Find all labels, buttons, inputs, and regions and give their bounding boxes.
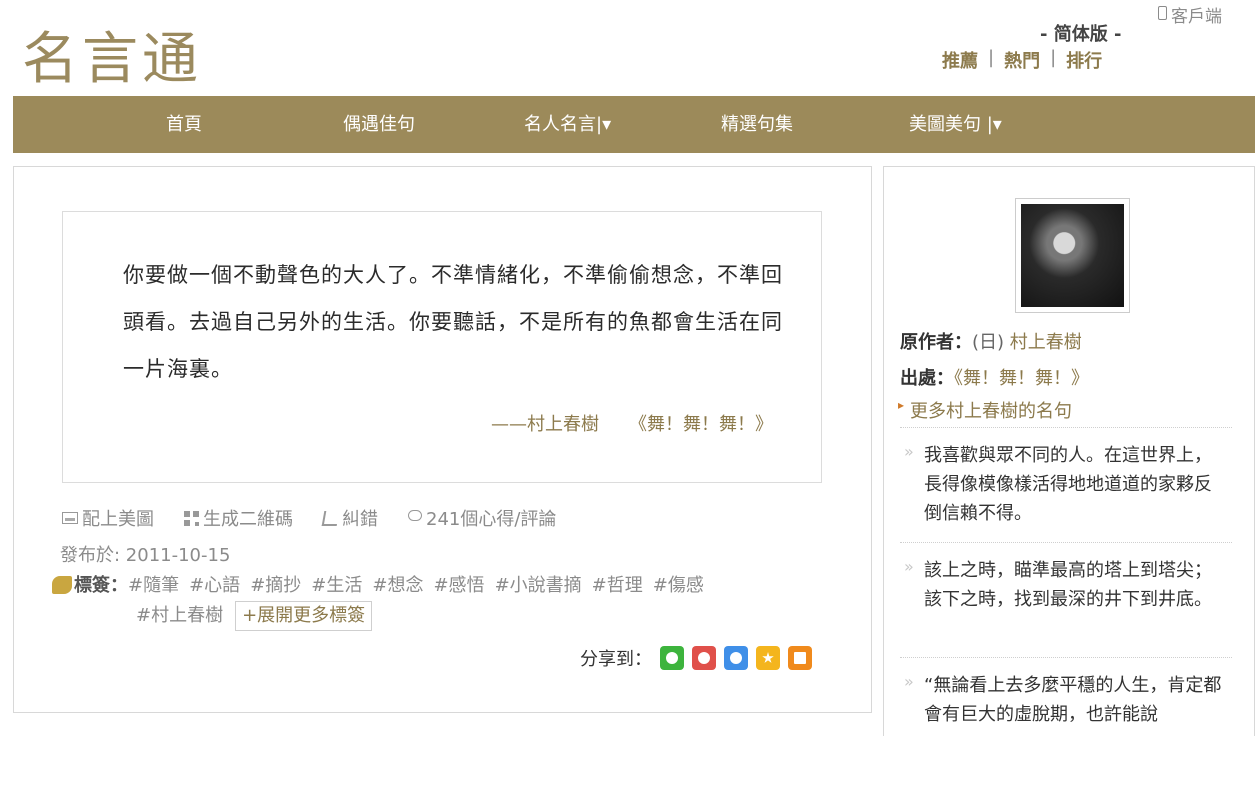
- expand-tags-button[interactable]: +展開更多標簽: [235, 601, 373, 631]
- author-photo: [1021, 204, 1124, 307]
- sidebar-quote[interactable]: 我喜歡與眾不同的人。在這世界上，長得像模像樣活得地地道道的家夥反倒信賴不得。: [904, 437, 1224, 528]
- author-row: 原作者：(日) 村上春樹: [900, 325, 1089, 361]
- quote-book-link[interactable]: 《舞！舞！舞！》: [629, 414, 773, 435]
- share-image-icon[interactable]: [788, 646, 812, 670]
- top-link-hot[interactable]: 熱門: [1004, 47, 1040, 73]
- generate-qr-label: 生成二維碼: [203, 509, 293, 530]
- author-name-link[interactable]: 村上春樹: [1010, 332, 1082, 353]
- share-weibo-icon[interactable]: [692, 646, 716, 670]
- quote-card: 你要做一個不動聲色的大人了。不準情緒化，不準偷偷想念，不準回頭看。去過自己另外的…: [13, 166, 872, 713]
- site-logo[interactable]: 名言通: [22, 14, 202, 95]
- author-avatar[interactable]: [1015, 198, 1130, 313]
- report-error-button[interactable]: 糾錯: [321, 505, 378, 531]
- share-qq-icon[interactable]: [724, 646, 748, 670]
- add-image-label: 配上美圖: [82, 509, 154, 530]
- client-label: 客戶端: [1171, 7, 1222, 27]
- quote-box: 你要做一個不動聲色的大人了。不準情緒化，不準偷偷想念，不準回頭看。去過自己另外的…: [62, 211, 822, 483]
- tags-row-2: #村上春樹 +展開更多標簽: [52, 601, 792, 631]
- nav-selected-collections[interactable]: 精選句集: [721, 96, 793, 153]
- image-icon: [62, 512, 78, 524]
- tag-link[interactable]: #小說書摘: [495, 575, 582, 596]
- author-key: 原作者：: [900, 332, 972, 353]
- comments-link[interactable]: 241個心得/評論: [408, 505, 556, 531]
- sidebar-divider: [900, 542, 1232, 543]
- mobile-phone-icon: [1158, 5, 1167, 20]
- tag-link[interactable]: #村上春樹: [136, 601, 223, 631]
- sidebar-quote[interactable]: 該上之時，瞄準最高的塔上到塔尖；該下之時，找到最深的井下到井底。: [904, 552, 1224, 614]
- generate-qr-button[interactable]: 生成二維碼: [184, 505, 293, 531]
- publish-date: 發布於: 2011-10-15: [60, 545, 231, 566]
- tag-link[interactable]: #感悟: [433, 575, 484, 596]
- nav-random-quotes[interactable]: 偶遇佳句: [343, 96, 415, 153]
- qr-code-icon: [184, 510, 199, 526]
- source-book-link[interactable]: 《舞！舞！舞！》: [954, 368, 1089, 389]
- author-sidebar: 原作者：(日) 村上春樹 出處：《舞！舞！舞！》 更多村上春樹的名句 我喜歡與眾…: [883, 166, 1255, 736]
- tags-section: 標簽：#隨筆 #心語 #摘抄 #生活 #想念 #感悟 #小說書摘 #哲理 #傷感 #村上春樹 +…: [52, 571, 792, 631]
- client-download-link[interactable]: 客戶端: [1158, 2, 1222, 27]
- sidebar-divider: [900, 657, 1232, 658]
- top-link-ranking[interactable]: 排行: [1066, 47, 1102, 73]
- quote-actions: 配上美圖 生成二維碼 糾錯 241個心得/評論: [62, 505, 556, 531]
- tag-link[interactable]: #摘抄: [250, 575, 301, 596]
- author-meta: 原作者：(日) 村上春樹 出處：《舞！舞！舞！》: [900, 325, 1089, 397]
- quote-text: 你要做一個不動聲色的大人了。不準情緒化，不準偷偷想念，不準回頭看。去過自己另外的…: [123, 263, 783, 381]
- more-quotes-link[interactable]: 更多村上春樹的名句: [898, 397, 1072, 423]
- nav-home[interactable]: 首頁: [166, 96, 202, 153]
- tags-row-1: 標簽：#隨筆 #心語 #摘抄 #生活 #想念 #感悟 #小說書摘 #哲理 #傷感: [52, 571, 792, 601]
- tag-link[interactable]: #生活: [311, 575, 362, 596]
- tag-link[interactable]: #哲理: [592, 575, 643, 596]
- source-row: 出處：《舞！舞！舞！》: [900, 361, 1089, 397]
- main-nav: 首頁 偶遇佳句 名人名言|▾ 精選句集 美圖美句 |▾: [13, 96, 1255, 153]
- quote-author-link[interactable]: ——村上春樹: [491, 414, 599, 435]
- top-link-recommend[interactable]: 推薦: [942, 47, 978, 73]
- edit-icon: [321, 510, 340, 526]
- tag-icon: [52, 576, 72, 594]
- source-key: 出處：: [900, 368, 954, 389]
- tag-link[interactable]: #想念: [372, 575, 423, 596]
- link-separator: |: [988, 47, 995, 68]
- top-links: 推薦 | 熱門 | 排行: [942, 47, 1102, 73]
- report-error-label: 糾錯: [342, 509, 378, 530]
- nav-famous-quotes[interactable]: 名人名言|▾: [524, 96, 611, 153]
- share-wechat-icon[interactable]: [660, 646, 684, 670]
- author-prefix: (日): [972, 332, 1005, 353]
- nav-pictures-quotes[interactable]: 美圖美句 |▾: [909, 96, 1002, 153]
- share-qzone-icon[interactable]: [756, 646, 780, 670]
- quote-source: ——村上春樹 《舞！舞！舞！》: [491, 410, 773, 436]
- tags-label: 標簽：: [74, 575, 128, 596]
- link-separator: |: [1050, 47, 1057, 68]
- tag-link[interactable]: #隨筆: [128, 575, 179, 596]
- share-label: 分享到：: [580, 649, 652, 670]
- simplified-edition-link[interactable]: - 简体版 -: [1040, 20, 1121, 46]
- sidebar-quote[interactable]: “無論看上去多麼平穩的人生，肯定都會有巨大的虛脫期，也許能說: [904, 667, 1224, 729]
- add-image-button[interactable]: 配上美圖: [62, 505, 154, 531]
- comment-icon: [408, 509, 422, 521]
- comments-label: 241個心得/評論: [426, 509, 557, 530]
- share-bar: 分享到：: [580, 645, 812, 671]
- tag-link[interactable]: #心語: [189, 575, 240, 596]
- sidebar-divider: [900, 427, 1232, 428]
- tag-link[interactable]: #傷感: [653, 575, 704, 596]
